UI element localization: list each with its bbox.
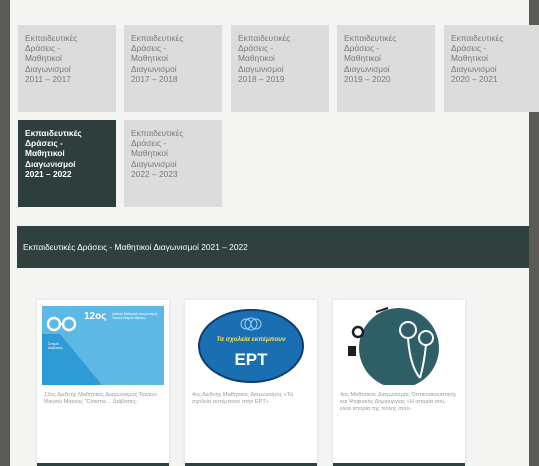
card-description[interactable]: 12ος Διεθνής Μαθητικός Διαγωνισμός Ταινι… (44, 392, 162, 406)
thumb-title: 12ος (84, 311, 107, 322)
history-city-image (348, 307, 439, 385)
page-content: Εκπαιδευτικές Δράσεις - Μαθητικοί Διαγων… (10, 0, 539, 466)
thumb-side-text: Σινεμά Διάβασες (48, 342, 63, 351)
thumb-subtitle: Διεθνής Μαθητικός Διαγωνισμός Ταινιών Μι… (112, 312, 158, 320)
card-description[interactable]: 4ος Μαθητικός Διαγωνισμός Οπτικοακουστικ… (340, 392, 458, 413)
section-title: Εκπαιδευτικές Δράσεις - Μαθητικοί Διαγων… (23, 242, 248, 252)
tab-2018-2019[interactable]: Εκπαιδευτικές Δράσεις - Μαθητικοί Διαγων… (231, 25, 329, 112)
ert-logo-image (198, 309, 304, 383)
tab-2017-2018[interactable]: Εκπαιδευτικές Δράσεις - Μαθητικοί Διαγων… (124, 25, 222, 112)
tab-2020-2021[interactable]: Εκπαιδευτικές Δράσεις - Μαθητικοί Διαγων… (444, 25, 539, 112)
thumb-logo-text: ΕΡΤ (234, 350, 268, 369)
card-thumbnail[interactable]: 12ος Διεθνής Μαθητικός Διαγωνισμός Ταινι… (42, 306, 164, 385)
tab-2022-2023[interactable]: Εκπαιδευτικές Δράσεις - Μαθητικοί Διαγων… (124, 120, 222, 207)
card-thumbnail[interactable]: Τα σχολεία εκπέμπουν ΕΡΤ (190, 306, 312, 385)
article-card[interactable]: 12ος Διεθνής Μαθητικός Διαγωνισμός Ταινι… (37, 300, 169, 466)
tab-2019-2020[interactable]: Εκπαιδευτικές Δράσεις - Μαθητικοί Διαγων… (337, 25, 435, 112)
card-description[interactable]: 4ος Διεθνής Μαθητικός Διαγωνισμός «Τα σχ… (192, 392, 310, 406)
tab-2011-2017[interactable]: Εκπαιδευτικές Δράσεις - Μαθητικοί Διαγων… (18, 25, 116, 112)
article-card[interactable]: 4ος Μαθητικός Διαγωνισμός Οπτικοακουστικ… (333, 300, 465, 466)
card-thumbnail[interactable] (338, 306, 460, 385)
section-header-bar: Εκπαιδευτικές Δράσεις - Μαθητικοί Διαγων… (17, 226, 529, 268)
tab-2021-2022[interactable]: Εκπαιδευτικές Δράσεις - Μαθητικοί Διαγων… (18, 120, 116, 207)
thumb-caption: Τα σχολεία εκπέμπουν (216, 336, 286, 343)
article-card[interactable]: Τα σχολεία εκπέμπουν ΕΡΤ 4ος Διεθνής Μαθ… (185, 300, 317, 466)
